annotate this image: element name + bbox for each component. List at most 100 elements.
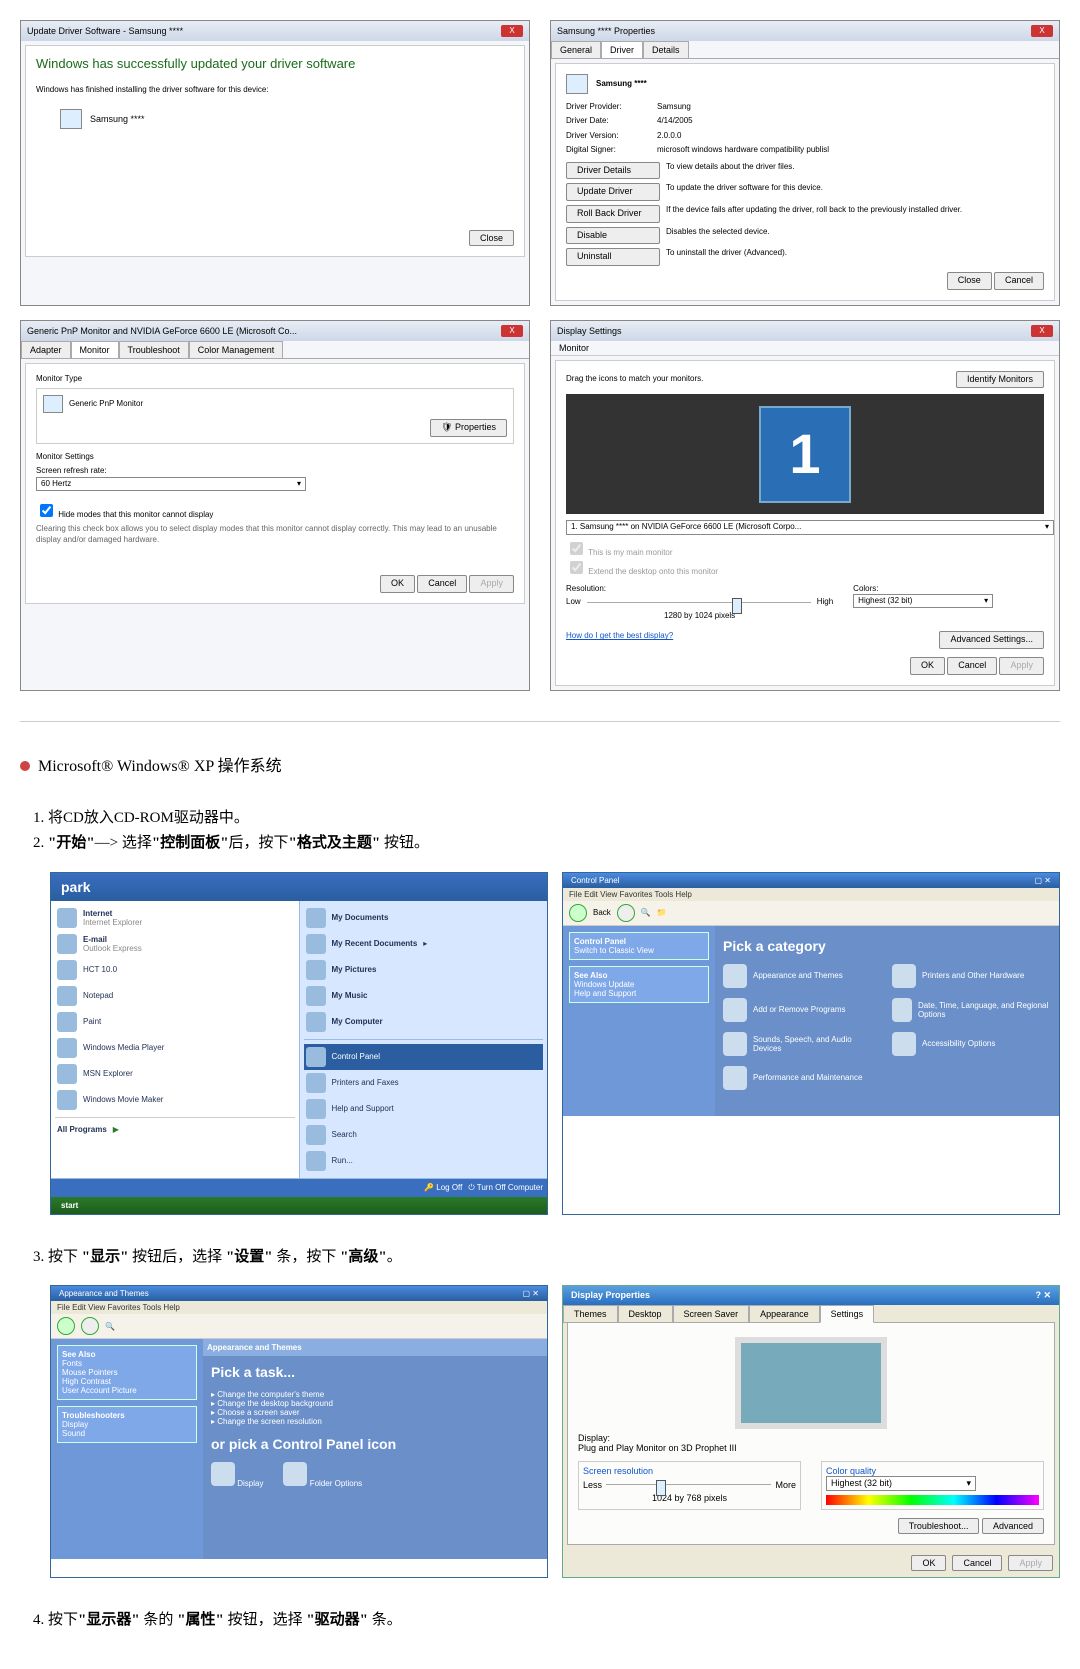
cancel-button[interactable]: Cancel <box>994 272 1044 290</box>
switch-classic-link[interactable]: Switch to Classic View <box>574 946 654 955</box>
window-controls[interactable]: ▢ ✕ <box>523 1289 539 1298</box>
window-controls[interactable]: ▢ ✕ <box>1035 876 1051 885</box>
resolution-slider[interactable] <box>606 1484 771 1491</box>
start-pictures[interactable]: My Pictures <box>304 957 544 983</box>
menubar[interactable]: File Edit View Favorites Tools Help <box>51 1301 547 1314</box>
turnoff-button[interactable]: ⏻ Turn Off Computer <box>468 1183 543 1193</box>
properties-button[interactable]: 🛡 Properties <box>430 419 507 437</box>
tab-adapter[interactable]: Adapter <box>21 341 71 358</box>
tab-desktop[interactable]: Desktop <box>618 1305 673 1323</box>
ok-button[interactable]: OK <box>380 575 415 593</box>
start-item-ie[interactable]: InternetInternet Explorer <box>55 905 295 931</box>
ok-button[interactable]: OK <box>910 657 945 675</box>
forward-icon[interactable] <box>81 1317 99 1335</box>
tab-details[interactable]: Details <box>643 41 689 58</box>
colors-dropdown[interactable]: Highest (32 bit) ▾ <box>853 594 993 608</box>
tab-screensaver[interactable]: Screen Saver <box>673 1305 750 1323</box>
hide-modes-checkbox[interactable] <box>40 504 53 517</box>
start-recent[interactable]: My Recent Documents ▸ <box>304 931 544 957</box>
side-ua[interactable]: User Account Picture <box>62 1386 137 1395</box>
start-item-wmp[interactable]: Windows Media Player <box>55 1035 295 1061</box>
rollback-driver-button[interactable]: Roll Back Driver <box>566 205 660 223</box>
task-ss[interactable]: ▸ Choose a screen saver <box>211 1408 539 1417</box>
start-item-msn[interactable]: MSN Explorer <box>55 1061 295 1087</box>
side-display[interactable]: Display <box>62 1420 88 1429</box>
cat-appearance[interactable]: Appearance and Themes <box>723 964 882 988</box>
start-help[interactable]: Help and Support <box>304 1096 544 1122</box>
side-mouse[interactable]: Mouse Pointers <box>62 1368 118 1377</box>
best-display-link[interactable]: How do I get the best display? <box>566 631 673 649</box>
uninstall-button[interactable]: Uninstall <box>566 248 660 266</box>
start-item-wmm[interactable]: Windows Movie Maker <box>55 1087 295 1113</box>
side-sound[interactable]: Sound <box>62 1429 85 1438</box>
cat-access[interactable]: Accessibility Options <box>892 1032 1051 1056</box>
start-control-panel[interactable]: Control Panel <box>304 1044 544 1070</box>
apply-button[interactable]: Apply <box>469 575 514 593</box>
tab-driver[interactable]: Driver <box>601 41 643 58</box>
advanced-button[interactable]: Advanced <box>982 1518 1044 1534</box>
task-bg[interactable]: ▸ Change the desktop background <box>211 1399 539 1408</box>
tab-troubleshoot[interactable]: Troubleshoot <box>119 341 189 358</box>
start-item-hct[interactable]: HCT 10.0 <box>55 957 295 983</box>
search-icon[interactable]: 🔍 <box>105 1322 115 1331</box>
logoff-button[interactable]: 🔑 Log Off <box>424 1183 462 1193</box>
search-icon[interactable]: 🔍 <box>641 908 651 917</box>
color-quality-dropdown[interactable]: Highest (32 bit) ▾ <box>826 1476 976 1491</box>
windows-update-link[interactable]: Windows Update <box>574 980 634 989</box>
update-driver-button[interactable]: Update Driver <box>566 183 660 201</box>
close-icon[interactable]: X <box>501 25 523 37</box>
close-icon[interactable]: X <box>501 325 523 337</box>
resolution-slider[interactable] <box>587 602 811 609</box>
driver-details-button[interactable]: Driver Details <box>566 162 660 180</box>
display-selector-dropdown[interactable]: 1. Samsung **** on NVIDIA GeForce 6600 L… <box>566 520 1054 534</box>
side-hc[interactable]: High Contrast <box>62 1377 111 1386</box>
back-icon[interactable] <box>569 904 587 922</box>
start-printers[interactable]: Printers and Faxes <box>304 1070 544 1096</box>
disable-button[interactable]: Disable <box>566 227 660 245</box>
start-item-paint[interactable]: Paint <box>55 1009 295 1035</box>
tab-settings[interactable]: Settings <box>820 1305 875 1323</box>
start-computer[interactable]: My Computer <box>304 1009 544 1035</box>
cancel-button[interactable]: Cancel <box>417 575 467 593</box>
close-icon[interactable]: X <box>1031 25 1053 37</box>
cancel-button[interactable]: Cancel <box>947 657 997 675</box>
menubar[interactable]: File Edit View Favorites Tools Help <box>563 888 1059 901</box>
help-support-link[interactable]: Help and Support <box>574 989 636 998</box>
apply-button[interactable]: Apply <box>999 657 1044 675</box>
close-icon[interactable]: X <box>1031 325 1053 337</box>
start-music[interactable]: My Music <box>304 983 544 1009</box>
start-run[interactable]: Run... <box>304 1148 544 1174</box>
cat-perf[interactable]: Performance and Maintenance <box>723 1066 882 1090</box>
start-search[interactable]: Search <box>304 1122 544 1148</box>
tab-general[interactable]: General <box>551 41 601 58</box>
cat-date[interactable]: Date, Time, Language, and Regional Optio… <box>892 998 1051 1022</box>
ok-button[interactable]: OK <box>911 1555 946 1571</box>
tab-monitor[interactable]: Monitor <box>71 341 119 358</box>
back-icon[interactable] <box>57 1317 75 1335</box>
icon-display[interactable]: Display <box>211 1462 263 1488</box>
side-fonts[interactable]: Fonts <box>62 1359 82 1368</box>
forward-icon[interactable] <box>617 904 635 922</box>
apply-button[interactable]: Apply <box>1008 1555 1053 1571</box>
troubleshoot-button[interactable]: Troubleshoot... <box>898 1518 980 1534</box>
start-button[interactable]: start <box>51 1197 547 1214</box>
tab-themes[interactable]: Themes <box>563 1305 618 1323</box>
monitor-1[interactable]: 1 <box>759 406 850 503</box>
identify-monitors-button[interactable]: Identify Monitors <box>956 371 1044 389</box>
advanced-settings-button[interactable]: Advanced Settings... <box>939 631 1044 649</box>
refresh-rate-dropdown[interactable]: 60 Hertz ▾ <box>36 477 306 491</box>
cancel-button[interactable]: Cancel <box>952 1555 1002 1571</box>
cat-printers[interactable]: Printers and Other Hardware <box>892 964 1051 988</box>
start-item-notepad[interactable]: Notepad <box>55 983 295 1009</box>
start-mydocs[interactable]: My Documents <box>304 905 544 931</box>
start-item-email[interactable]: E-mailOutlook Express <box>55 931 295 957</box>
window-controls[interactable]: ? ✕ <box>1035 1290 1051 1301</box>
folders-icon[interactable]: 📁 <box>657 908 667 917</box>
tab-appearance[interactable]: Appearance <box>749 1305 820 1323</box>
task-theme[interactable]: ▸ Change the computer's theme <box>211 1390 539 1399</box>
close-button[interactable]: Close <box>469 230 514 246</box>
task-res[interactable]: ▸ Change the screen resolution <box>211 1417 539 1426</box>
monitor-arrangement[interactable]: 1 <box>566 394 1044 514</box>
cat-addremove[interactable]: Add or Remove Programs <box>723 998 882 1022</box>
close-button[interactable]: Close <box>947 272 992 290</box>
